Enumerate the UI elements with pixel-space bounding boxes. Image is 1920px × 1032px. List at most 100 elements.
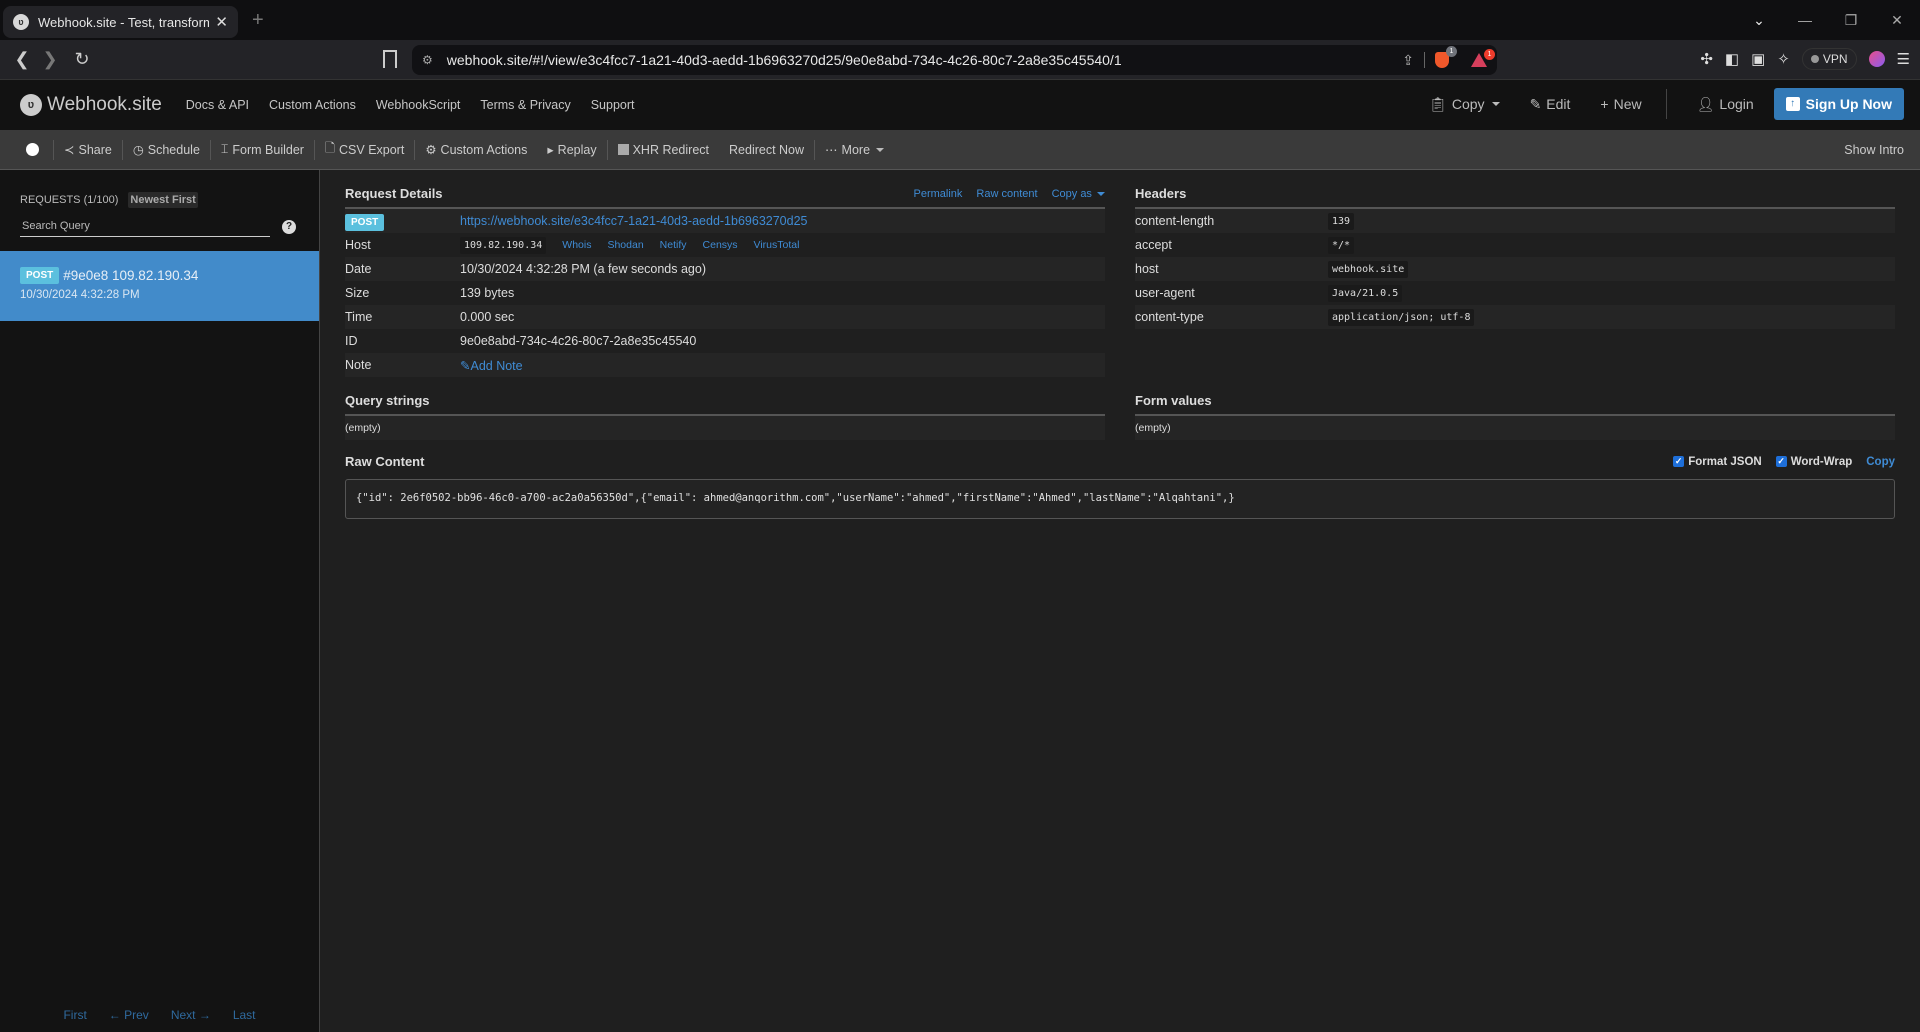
nav-custom-actions[interactable]: Custom Actions xyxy=(269,98,356,112)
site-settings-icon[interactable]: ⚙ xyxy=(422,53,433,67)
caret-down-icon xyxy=(1491,102,1500,106)
whois-link[interactable]: Whois xyxy=(562,239,591,251)
pencil-icon: ✎ xyxy=(460,358,471,373)
schedule-button[interactable]: ◷ Schedule xyxy=(123,142,210,158)
checkbox-checked-icon: ✓ xyxy=(1673,456,1685,467)
replay-label: Replay xyxy=(557,142,597,157)
extensions-icon[interactable]: ✣ xyxy=(1700,50,1713,68)
brave-rewards-icon[interactable]: 1 xyxy=(1471,49,1495,67)
copy-button[interactable]: 📋︎ Copy xyxy=(1429,96,1500,113)
nav-support[interactable]: Support xyxy=(591,98,635,112)
edit-button[interactable]: ✎ Edit xyxy=(1530,96,1571,113)
permalink-link[interactable]: Permalink xyxy=(914,188,963,200)
help-icon[interactable]: ? xyxy=(282,219,296,234)
close-tab-icon[interactable]: ✕ xyxy=(215,13,228,31)
detail-value: 0.000 sec xyxy=(460,310,515,324)
raw-content-body[interactable]: {"id": 2e6f0502-bb96-46c0-a700-ac2a0a563… xyxy=(345,479,1895,519)
query-strings-title: Query strings xyxy=(345,389,1105,416)
raw-content-link[interactable]: Raw content xyxy=(976,188,1037,200)
back-icon[interactable]: ❮ xyxy=(8,49,36,70)
add-note-button[interactable]: ✎Add Note xyxy=(460,358,1105,373)
close-window-icon[interactable]: ✕ xyxy=(1874,12,1920,29)
prev-page-link[interactable]: ← Prev xyxy=(109,1008,149,1022)
csv-export-label: CSV Export xyxy=(339,142,405,157)
share-button[interactable]: ≺ Share xyxy=(54,142,122,158)
logo-text: Webhook.site xyxy=(47,94,162,115)
more-button[interactable]: ⋯ More xyxy=(815,142,894,157)
replay-button[interactable]: ▸ Replay xyxy=(537,142,606,158)
censys-link[interactable]: Censys xyxy=(703,239,738,251)
copy-label: Copy xyxy=(1451,96,1485,112)
tab-search-icon[interactable]: ⌄ xyxy=(1736,12,1782,29)
edit-icon: ✎ xyxy=(1529,95,1542,112)
browser-tab[interactable]: ʋ Webhook.site - Test, transform ✕ xyxy=(3,6,238,38)
external-link-icon xyxy=(617,144,629,155)
leo-ai-icon[interactable]: ✧ xyxy=(1777,50,1790,68)
sort-order-button[interactable]: Newest First xyxy=(128,192,198,208)
minimize-icon[interactable]: — xyxy=(1782,12,1828,28)
address-bar[interactable]: ⚙ webhook.site/#!/view/e3c4fcc7-1a21-40d… xyxy=(412,45,1497,75)
nav-webhookscript[interactable]: WebhookScript xyxy=(376,98,461,112)
copy-raw-link[interactable]: Copy xyxy=(1866,456,1895,468)
detail-key: Host xyxy=(345,238,371,252)
schedule-label: Schedule xyxy=(147,142,200,157)
header-row: accept */* xyxy=(1135,233,1895,257)
login-label: Login xyxy=(1719,96,1754,112)
custom-actions-button[interactable]: ⚙ Custom Actions xyxy=(415,142,537,158)
request-list-item[interactable]: POST #9e0e8 109.82.190.34 10/30/2024 4:3… xyxy=(0,251,319,321)
nav-docs-api[interactable]: Docs & API xyxy=(186,98,249,112)
header-value: Java/21.0.5 xyxy=(1328,284,1403,302)
form-values-section: Form values (empty) xyxy=(1135,389,1895,440)
request-url-link[interactable]: https://webhook.site/e3c4fcc7-1a21-40d3-… xyxy=(460,214,1105,228)
method-badge: POST xyxy=(20,267,60,284)
profile-avatar[interactable] xyxy=(1868,51,1885,67)
menu-icon[interactable]: ☰ xyxy=(1897,50,1910,68)
wallet-icon[interactable]: ▣ xyxy=(1751,50,1765,68)
share-icon[interactable]: ⇪ xyxy=(1402,52,1414,69)
redirect-now-label: Redirect Now xyxy=(729,142,805,157)
form-values-value: (empty) xyxy=(1135,416,1895,440)
forward-icon[interactable]: ❯ xyxy=(36,49,64,70)
header-row: user-agent Java/21.0.5 xyxy=(1135,281,1895,305)
new-button[interactable]: + New xyxy=(1600,96,1641,112)
raw-content-section: Raw Content ✓ Format JSON ✓ Word-Wrap Copy… xyxy=(345,454,1895,519)
share-label: Share xyxy=(78,142,112,157)
brave-shield-icon[interactable]: 1 xyxy=(1435,46,1457,68)
show-intro-link[interactable]: Show Intro xyxy=(1844,143,1904,157)
detail-row-time: Time 0.000 sec xyxy=(345,305,1105,329)
search-query-input[interactable] xyxy=(20,216,270,237)
form-builder-button[interactable]: ⌶ Form Builder xyxy=(211,142,314,157)
url-text[interactable]: webhook.site/#!/view/e3c4fcc7-1a21-40d3-… xyxy=(447,52,1403,68)
nav-terms-privacy[interactable]: Terms & Privacy xyxy=(480,98,570,112)
xhr-redirect-button[interactable]: XHR Redirect xyxy=(608,143,719,157)
shodan-link[interactable]: Shodan xyxy=(607,239,643,251)
copy-as-dropdown[interactable]: Copy as xyxy=(1052,188,1105,200)
next-page-link[interactable]: Next → xyxy=(171,1008,211,1022)
divider xyxy=(1665,89,1667,119)
first-page-link[interactable]: First xyxy=(63,1008,86,1022)
detail-row-date: Date 10/30/2024 4:32:28 PM (a few second… xyxy=(345,257,1105,281)
format-json-checkbox[interactable]: ✓ Format JSON xyxy=(1673,456,1762,468)
upload-icon: ↑ xyxy=(1785,97,1800,111)
word-wrap-checkbox[interactable]: ✓ Word-Wrap xyxy=(1775,456,1852,468)
sidebar-icon[interactable]: ◧ xyxy=(1725,50,1739,68)
reload-icon[interactable]: ↻ xyxy=(68,49,96,70)
restore-icon[interactable]: ❐ xyxy=(1828,12,1874,29)
window-controls: ⌄ — ❐ ✕ xyxy=(1736,0,1920,40)
last-page-link[interactable]: Last xyxy=(233,1008,256,1022)
netify-link[interactable]: Netify xyxy=(660,239,687,251)
redirect-now-button[interactable]: Redirect Now xyxy=(719,143,814,157)
extension-icons: ✣ ◧ ▣ ✧ VPN ☰ xyxy=(1700,48,1910,70)
logo[interactable]: ʋ Webhook.site xyxy=(20,94,162,116)
detail-row-id: ID 9e0e8abd-734c-4c26-80c7-2a8e35c45540 xyxy=(345,329,1105,353)
csv-export-button[interactable]: 🗋 CSV Export xyxy=(315,139,414,160)
signup-button[interactable]: ↑ Sign Up Now xyxy=(1773,88,1904,120)
login-button[interactable]: 👤︎ Login xyxy=(1697,96,1754,113)
virustotal-link[interactable]: VirusTotal xyxy=(754,239,800,251)
auto-navigate-toggle-icon[interactable] xyxy=(26,143,39,156)
plus-icon: + xyxy=(1600,96,1609,112)
new-tab-icon[interactable]: + xyxy=(252,9,264,32)
detail-row-url: POST https://webhook.site/e3c4fcc7-1a21-… xyxy=(345,209,1105,233)
vpn-button[interactable]: VPN xyxy=(1801,48,1857,70)
bookmark-icon[interactable] xyxy=(383,50,397,68)
